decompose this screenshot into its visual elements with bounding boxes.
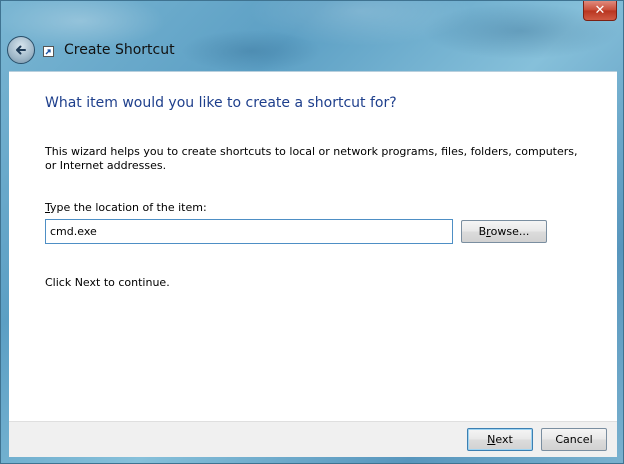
next-button[interactable]: Next bbox=[467, 428, 533, 451]
create-shortcut-window: ✕ Create Shortcut What item would you li… bbox=[0, 0, 624, 464]
back-arrow-icon bbox=[16, 45, 26, 55]
location-label: Type the location of the item: bbox=[45, 201, 207, 214]
cancel-button[interactable]: Cancel bbox=[541, 428, 607, 451]
browse-button[interactable]: Br owse... bbox=[461, 220, 547, 243]
wizard-footer: Next Cancel bbox=[9, 421, 617, 457]
location-label-text: ype the location of the item: bbox=[50, 201, 207, 214]
wizard-content: What item would you like to create a sho… bbox=[9, 71, 617, 421]
shortcut-icon bbox=[43, 46, 54, 57]
continue-instruction: Click Next to continue. bbox=[45, 276, 170, 289]
window-title: Create Shortcut bbox=[64, 42, 175, 58]
close-icon: ✕ bbox=[594, 3, 606, 18]
back-button[interactable] bbox=[7, 36, 35, 64]
close-button[interactable]: ✕ bbox=[583, 1, 617, 21]
wizard-description: This wizard helps you to create shortcut… bbox=[45, 145, 578, 172]
location-input[interactable] bbox=[45, 219, 453, 244]
page-heading: What item would you like to create a sho… bbox=[45, 95, 397, 111]
